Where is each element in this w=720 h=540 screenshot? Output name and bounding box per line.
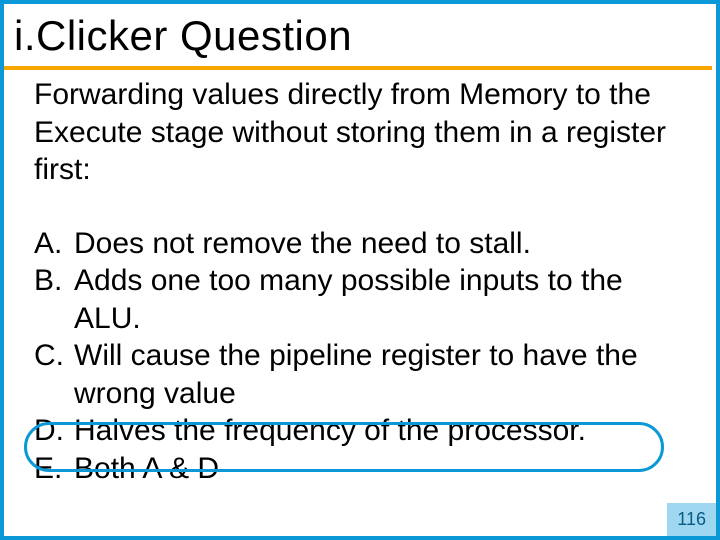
answer-option-e[interactable]: E. Both A & D [34, 450, 686, 488]
answer-text: Adds one too many possible inputs to the… [74, 262, 686, 337]
answer-text: Does not remove the need to stall. [74, 225, 686, 263]
answer-list: A. Does not remove the need to stall. B.… [4, 189, 716, 488]
slide-frame: i.Clicker Question Forwarding values dir… [0, 0, 720, 540]
page-number: 116 [667, 503, 716, 536]
answer-option-c[interactable]: C. Will cause the pipeline register to h… [34, 337, 686, 412]
answer-text: Halves the frequency of the processor. [74, 412, 686, 450]
answer-letter: C. [34, 337, 74, 412]
answer-text: Will cause the pipeline register to have… [74, 337, 686, 412]
answer-option-d[interactable]: D. Halves the frequency of the processor… [34, 412, 686, 450]
answer-letter: D. [34, 412, 74, 450]
question-text: Forwarding values directly from Memory t… [4, 70, 716, 189]
answer-letter: A. [34, 225, 74, 263]
answer-letter: B. [34, 262, 74, 337]
answer-letter: E. [34, 450, 74, 488]
answer-text: Both A & D [74, 450, 686, 488]
answer-option-a[interactable]: A. Does not remove the need to stall. [34, 225, 686, 263]
answer-option-b[interactable]: B. Adds one too many possible inputs to … [34, 262, 686, 337]
slide-title: i.Clicker Question [4, 4, 712, 70]
